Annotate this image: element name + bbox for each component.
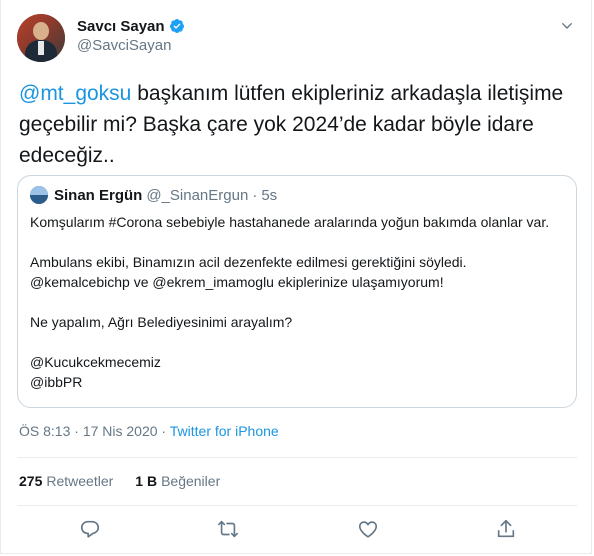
retweets-count: 275 <box>19 473 43 489</box>
retweet-icon[interactable] <box>217 518 239 540</box>
verified-badge-icon <box>169 19 184 33</box>
tweet-source-link[interactable]: Twitter for iPhone <box>170 423 279 439</box>
reply-icon[interactable] <box>79 518 101 540</box>
quoted-line: Ne yapalım, Ağrı Belediyesinimi arayalım… <box>30 314 293 330</box>
retweets-label: Retweetler <box>46 473 114 489</box>
chevron-down-icon[interactable] <box>559 18 575 34</box>
like-icon[interactable] <box>357 518 379 540</box>
quoted-tweet-header: Sinan Ergün @_SinanErgun · 5s <box>54 187 277 205</box>
divider <box>17 505 577 506</box>
likes-stat[interactable]: 1 B Beğeniler <box>135 473 220 489</box>
quoted-line: Komşularım #Corona sebebiyle hastahanede… <box>30 214 550 230</box>
quoted-timestamp: 5s <box>261 187 278 204</box>
likes-label: Beğeniler <box>161 473 221 489</box>
quoted-tweet-text: Komşularım #Corona sebebiyle hastahanede… <box>30 212 566 392</box>
quoted-author-handle: @_SinanErgun <box>146 187 249 204</box>
author-display-name[interactable]: Savcı Sayan <box>77 18 165 35</box>
tweet-date[interactable]: 17 Nis 2020 <box>83 423 158 439</box>
retweets-stat[interactable]: 275 Retweetler <box>19 473 113 489</box>
quoted-author-name: Sinan Ergün <box>54 187 143 204</box>
author-name-row[interactable]: Savcı Sayan <box>77 16 185 36</box>
likes-count: 1 B <box>135 473 158 489</box>
tweet-text: @mt_goksu başkanım lütfen ekipleriniz ar… <box>19 78 575 171</box>
tweet-card: Savcı Sayan @SavciSayan @mt_goksu başkan… <box>0 0 592 554</box>
author-avatar[interactable] <box>17 14 65 62</box>
share-icon[interactable] <box>495 518 517 540</box>
meta-separator: · <box>70 423 83 439</box>
tweet-actions <box>17 508 577 548</box>
quoted-tweet[interactable]: Sinan Ergün @_SinanErgun · 5s Komşularım #C… <box>17 175 577 408</box>
quoted-separator: · <box>252 187 258 204</box>
tweet-mention-link[interactable]: @mt_goksu <box>19 82 131 105</box>
tweet-meta: ÖS 8:13 · 17 Nis 2020 · Twitter for iPho… <box>19 423 279 439</box>
tweet-stats: 275 Retweetler 1 B Beğeniler <box>19 473 242 489</box>
author-handle[interactable]: @SavciSayan <box>77 37 171 54</box>
quoted-line: @Kucukcekmecemiz <box>30 354 161 370</box>
quoted-line: Ambulans ekibi, Binamızın acil dezenfekt… <box>30 254 467 290</box>
quoted-author-avatar <box>30 186 48 204</box>
meta-separator: · <box>157 423 170 439</box>
quoted-line: @ibbPR <box>30 374 83 390</box>
divider <box>17 457 577 458</box>
tweet-time[interactable]: ÖS 8:13 <box>19 423 70 439</box>
